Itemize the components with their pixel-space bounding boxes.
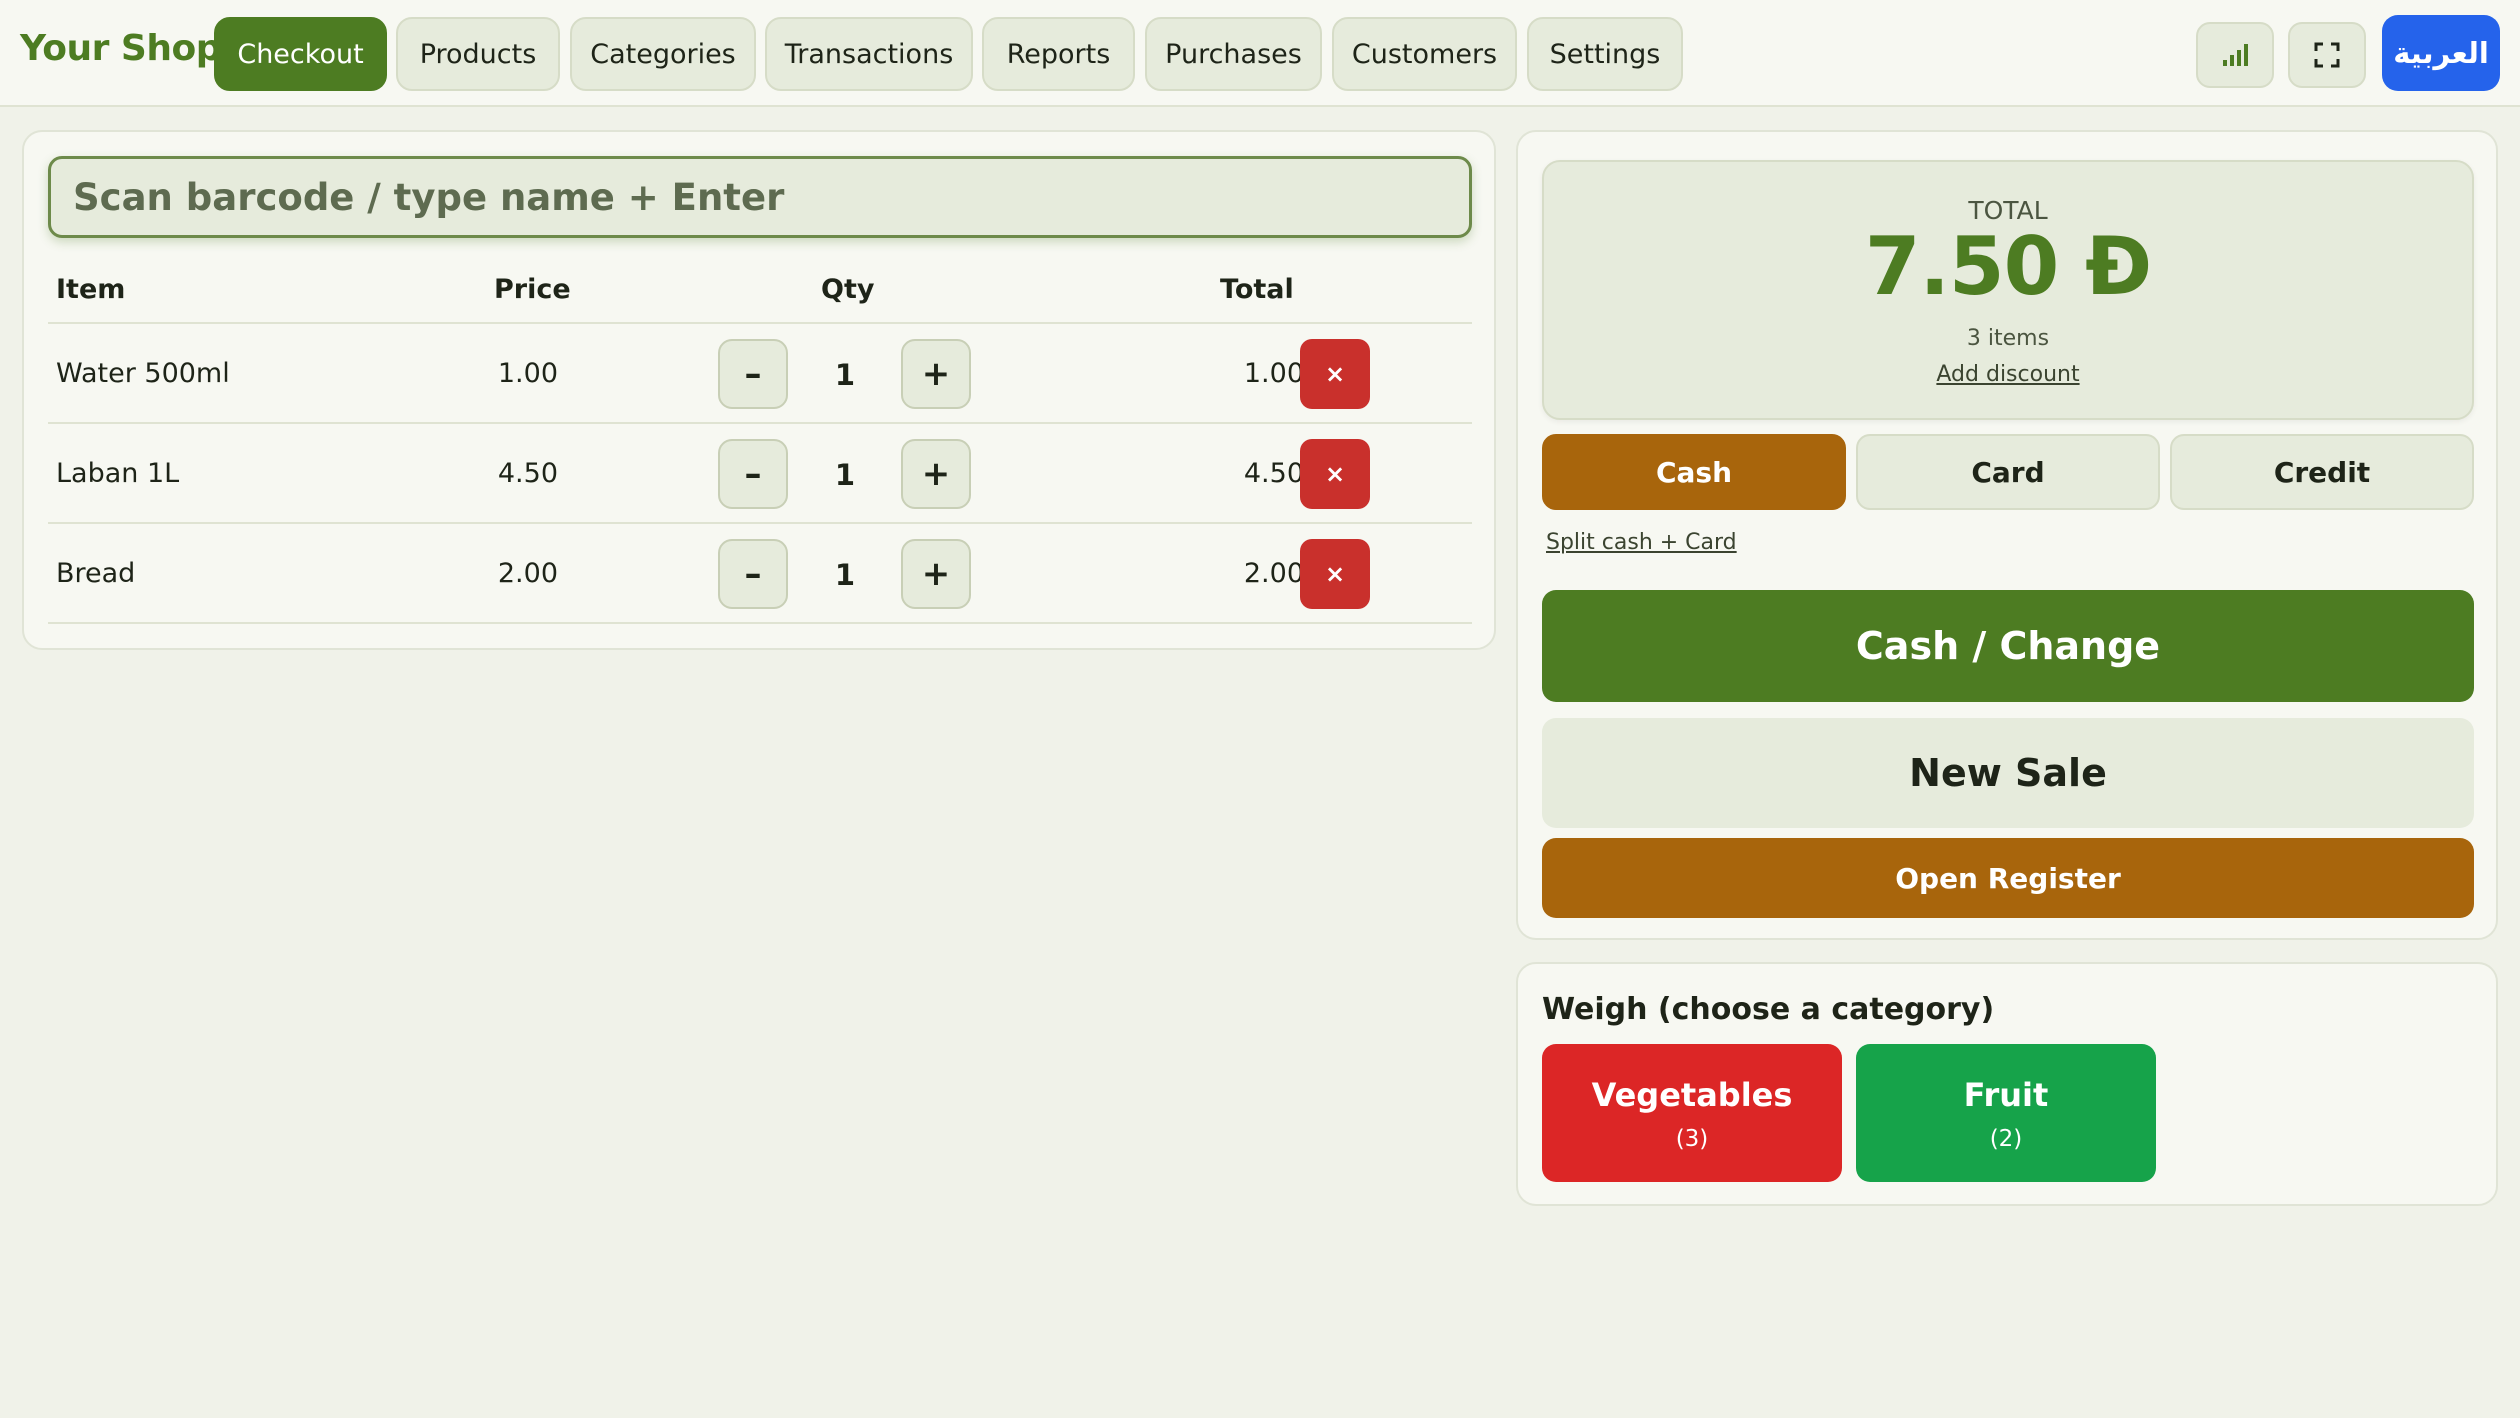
weigh-title: Weigh (choose a category) xyxy=(1542,992,1995,1027)
new-sale-button[interactable]: New Sale xyxy=(1542,718,2474,828)
decrease-qty-button[interactable]: – xyxy=(718,539,788,609)
item-qty: 1 xyxy=(834,458,856,492)
remove-item-button[interactable]: × xyxy=(1300,539,1370,609)
tab-purchases[interactable]: Purchases xyxy=(1145,17,1322,91)
category-count: (2) xyxy=(1989,1126,2023,1152)
increase-qty-button[interactable]: + xyxy=(901,339,971,409)
item-name: Laban 1L xyxy=(56,458,180,489)
tab-checkout[interactable]: Checkout xyxy=(214,17,387,91)
header-divider xyxy=(48,322,1472,324)
items-count: 3 items xyxy=(1966,326,2050,351)
decrease-qty-button[interactable]: – xyxy=(718,339,788,409)
tab-categories[interactable]: Categories xyxy=(570,17,756,91)
row-divider xyxy=(48,422,1472,424)
tab-customers[interactable]: Customers xyxy=(1332,17,1517,91)
bar-chart-icon xyxy=(2223,44,2248,66)
item-total: 4.50 xyxy=(1243,458,1304,489)
row-divider xyxy=(48,622,1472,624)
add-discount-link[interactable]: Add discount xyxy=(1544,362,2472,387)
pay-credit-button[interactable]: Credit xyxy=(2170,434,2474,510)
shop-brand: Your Shop xyxy=(20,28,221,69)
header-total: Total xyxy=(1220,274,1294,305)
remove-item-button[interactable]: × xyxy=(1300,339,1370,409)
category-name: Vegetables xyxy=(1591,1076,1793,1114)
category-count: (3) xyxy=(1675,1126,1709,1152)
item-qty: 1 xyxy=(834,558,856,592)
stats-button[interactable] xyxy=(2196,22,2274,88)
header-item: Item xyxy=(56,274,126,305)
fullscreen-button[interactable] xyxy=(2288,22,2366,88)
tab-transactions[interactable]: Transactions xyxy=(765,17,973,91)
pay-card-button[interactable]: Card xyxy=(1856,434,2160,510)
item-total: 2.00 xyxy=(1243,558,1304,589)
category-vegetables-button[interactable]: Vegetables (3) xyxy=(1542,1044,1842,1182)
open-register-button[interactable]: Open Register xyxy=(1542,838,2474,918)
header-price: Price xyxy=(494,274,571,305)
item-name: Bread xyxy=(56,558,136,589)
cart-panel: Item Price Qty Total Water 500ml 1.00 – … xyxy=(22,130,1496,650)
item-qty: 1 xyxy=(834,358,856,392)
item-price: 2.00 xyxy=(497,558,558,589)
weigh-panel: Weigh (choose a category) Vegetables (3)… xyxy=(1516,962,2498,1206)
remove-item-button[interactable]: × xyxy=(1300,439,1370,509)
category-name: Fruit xyxy=(1963,1076,2049,1114)
increase-qty-button[interactable]: + xyxy=(901,439,971,509)
item-name: Water 500ml xyxy=(56,358,230,389)
split-payment-link[interactable]: Split cash + Card xyxy=(1546,530,1737,555)
payment-panel: TOTAL 7.50 Đ 3 items Add discount Cash C… xyxy=(1516,130,2498,940)
pay-cash-button[interactable]: Cash xyxy=(1542,434,1846,510)
item-price: 1.00 xyxy=(497,358,558,389)
total-summary: TOTAL 7.50 Đ 3 items Add discount xyxy=(1542,160,2474,420)
decrease-qty-button[interactable]: – xyxy=(718,439,788,509)
category-fruit-button[interactable]: Fruit (2) xyxy=(1856,1044,2156,1182)
item-total: 1.00 xyxy=(1243,358,1304,389)
item-price: 4.50 xyxy=(497,458,558,489)
language-toggle-button[interactable]: العربية xyxy=(2382,15,2500,91)
tab-reports[interactable]: Reports xyxy=(982,17,1135,91)
top-nav-bar: Your Shop Checkout Products Categories T… xyxy=(0,0,2520,107)
tab-settings[interactable]: Settings xyxy=(1527,17,1683,91)
total-amount: 7.50 Đ xyxy=(1864,220,2152,313)
increase-qty-button[interactable]: + xyxy=(901,539,971,609)
barcode-search-input[interactable] xyxy=(48,156,1472,238)
fullscreen-icon xyxy=(2314,42,2340,68)
header-qty: Qty xyxy=(821,274,875,305)
tab-products[interactable]: Products xyxy=(396,17,560,91)
cash-change-button[interactable]: Cash / Change xyxy=(1542,590,2474,702)
row-divider xyxy=(48,522,1472,524)
